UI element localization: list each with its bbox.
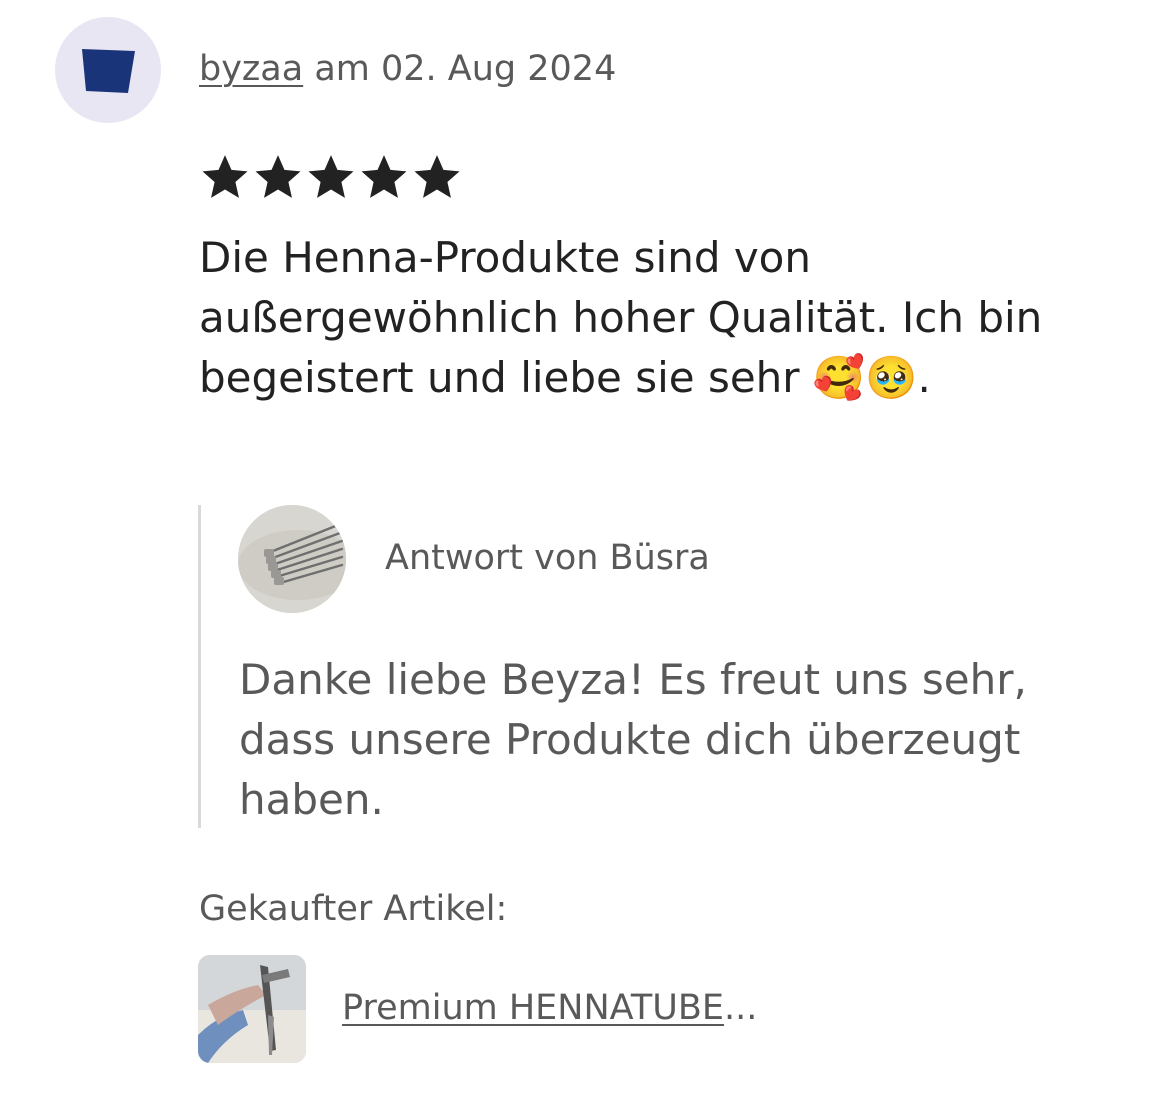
reply-text: Danke liebe Beyza! Es freut uns sehr, da…	[239, 655, 1027, 824]
product-image	[198, 955, 306, 1063]
star-icon	[255, 155, 301, 198]
seller-avatar[interactable]	[238, 505, 346, 613]
reviewer-avatar[interactable]	[55, 17, 161, 123]
star-icon	[414, 155, 460, 198]
review-date: am 02. Aug 2024	[314, 49, 617, 89]
review-text: Die Henna-Produkte sind von außergewöhnl…	[199, 233, 1043, 402]
purchased-item-title[interactable]: Premium HENNATUBE	[342, 988, 724, 1028]
star-icon	[202, 155, 248, 198]
seller-avatar-image	[238, 505, 346, 613]
star-icon	[361, 155, 407, 198]
reply-author: Antwort von Büsra	[385, 538, 710, 578]
purchased-item-thumbnail[interactable]	[198, 955, 306, 1063]
seller-reply: Antwort von Büsra Danke liebe Beyza! Es …	[198, 505, 1131, 828]
star-icon	[308, 155, 354, 198]
reviewer-name-link[interactable]: byzaa	[199, 49, 303, 89]
purchased-item-link[interactable]: Premium HENNATUBE...	[342, 985, 757, 1031]
review-meta: byzaa am 02. Aug 2024	[199, 46, 616, 92]
avatar-shape-icon	[82, 49, 135, 93]
star-rating	[200, 152, 462, 202]
purchased-item-label: Gekaufter Artikel:	[199, 889, 508, 929]
title-ellipsis: ...	[724, 988, 758, 1028]
